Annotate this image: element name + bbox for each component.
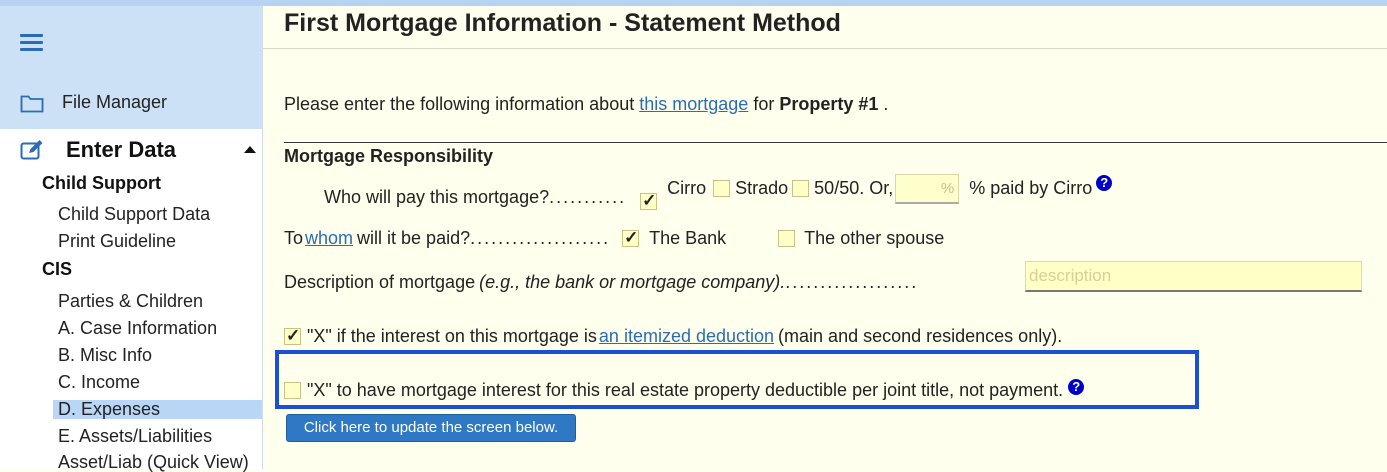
sidebar-item-parties-children[interactable]: Parties & Children: [58, 292, 203, 311]
itemized-after: (main and second residences only).: [778, 326, 1063, 346]
percent-input[interactable]: %: [895, 174, 960, 204]
itemized-deduction-link[interactable]: an itemized deduction: [599, 326, 774, 347]
file-manager-label: File Manager: [62, 92, 168, 112]
section-heading: Mortgage Responsibility: [284, 146, 494, 166]
percent-suffix-label: % paid by Cirro: [969, 177, 1093, 198]
itemized-row: "X" if the interest on this mortgage is …: [284, 326, 1062, 347]
sidebar-section-cis: CIS: [42, 259, 73, 279]
folder-icon: [20, 95, 44, 112]
paid-to-row: To whom will it be paid? ...............…: [284, 228, 944, 249]
cirro-checkbox[interactable]: [640, 191, 658, 211]
help-icon[interactable]: ?: [1068, 378, 1085, 395]
fifty-fifty-checkbox[interactable]: [792, 179, 810, 197]
intro-text: Please enter the following information a…: [284, 94, 888, 115]
caret-up-icon[interactable]: [244, 146, 256, 153]
who-pays-row: Who will pay this mortgage? ........... …: [324, 174, 1113, 212]
sidebar-item-child-support-data[interactable]: Child Support Data: [58, 205, 210, 224]
other-spouse-label: The other spouse: [804, 228, 945, 248]
sidebar-item-income[interactable]: C. Income: [58, 373, 140, 392]
description-hint: (e.g., the bank or mortgage company).: [479, 272, 786, 292]
sidebar-item-asset-liab-quick-view[interactable]: Asset/Liab (Quick View): [58, 453, 249, 472]
the-bank-label: The Bank: [649, 228, 727, 248]
itemized-before: "X" if the interest on this mortgage is: [307, 326, 597, 346]
joint-title-checkbox[interactable]: [284, 382, 301, 399]
description-label: Description of mortgage: [284, 272, 476, 292]
intro-before: Please enter the following information a…: [284, 94, 635, 114]
itemized-deduction-checkbox[interactable]: [284, 326, 301, 346]
paid-to-before: To: [284, 228, 304, 248]
paid-to-after: will it be paid?: [357, 228, 471, 248]
sidebar-item-expenses[interactable]: D. Expenses: [53, 400, 262, 419]
sidebar-item-enter-data[interactable]: Enter Data: [20, 137, 260, 163]
update-screen-button[interactable]: Click here to update the screen below.: [286, 414, 576, 442]
property-name: Property #1: [779, 94, 879, 114]
hamburger-menu-icon[interactable]: [20, 34, 43, 51]
edit-icon: [20, 140, 43, 160]
sidebar-section-child-support: Child Support: [42, 173, 161, 193]
joint-title-label: "X" to have mortgage interest for this r…: [307, 380, 1064, 400]
page-title: First Mortgage Information - Statement M…: [284, 9, 841, 37]
cirro-label: Cirro: [667, 177, 707, 198]
sidebar-item-assets-liabilities[interactable]: E. Assets/Liabilities: [58, 427, 212, 446]
description-row: Description of mortgage (e.g., the bank …: [284, 272, 918, 293]
strado-checkbox[interactable]: [713, 179, 731, 197]
paid-to-dots: ....................: [470, 228, 611, 248]
who-pays-label: Who will pay this mortgage?: [324, 186, 550, 207]
joint-title-row: "X" to have mortgage interest for this r…: [284, 378, 1085, 401]
sidebar: File Manager Enter Data Child Support Ch…: [0, 6, 263, 472]
other-spouse-checkbox[interactable]: [778, 230, 796, 247]
fifty-fifty-label: 50/50. Or,: [814, 177, 894, 198]
strado-label: Strado: [735, 177, 789, 198]
who-pays-dots: ...........: [549, 186, 627, 207]
whom-link[interactable]: whom: [305, 228, 353, 249]
section-divider: [284, 142, 1387, 143]
sidebar-item-print-guideline[interactable]: Print Guideline: [58, 232, 176, 251]
title-divider: [263, 48, 1387, 49]
sidebar-item-misc-info[interactable]: B. Misc Info: [58, 346, 152, 365]
the-bank-checkbox[interactable]: [622, 228, 640, 248]
description-input[interactable]: description: [1025, 261, 1362, 292]
intro-after: .: [883, 94, 889, 114]
sidebar-item-case-information[interactable]: A. Case Information: [58, 319, 217, 338]
description-dots: ...................: [785, 272, 919, 292]
sidebar-item-file-manager[interactable]: File Manager: [20, 92, 167, 113]
help-icon[interactable]: ?: [1096, 175, 1113, 191]
main-content: First Mortgage Information - Statement M…: [263, 6, 1387, 469]
this-mortgage-link[interactable]: this mortgage: [639, 94, 748, 114]
intro-middle: for: [753, 94, 775, 114]
enter-data-label: Enter Data: [66, 137, 177, 162]
